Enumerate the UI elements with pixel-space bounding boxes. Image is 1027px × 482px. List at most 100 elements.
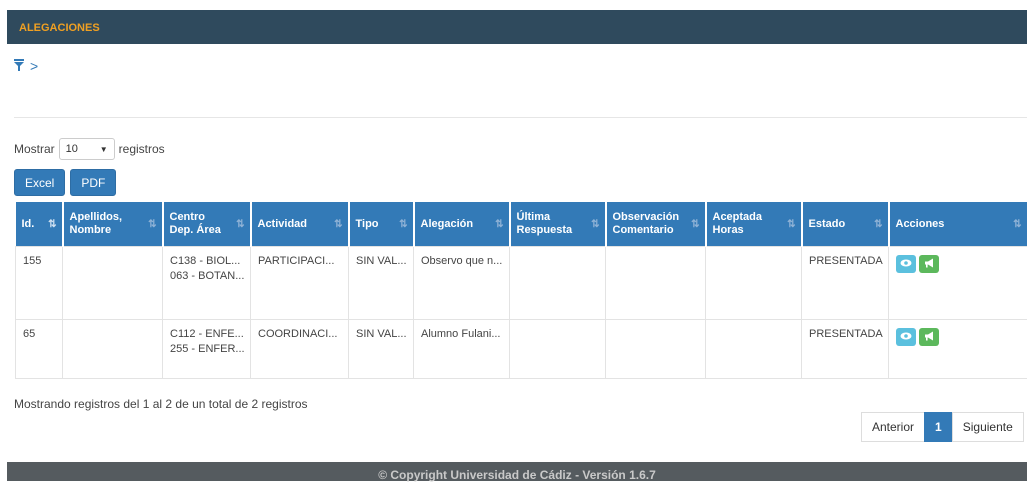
column-header-label: Observación <box>613 211 699 224</box>
column-header-label-line2: Respuesta <box>517 224 599 237</box>
cell-id-value: 155 <box>23 255 55 267</box>
cell-tipo: SIN VAL... <box>349 320 414 379</box>
page-length-select[interactable]: 10 ▼ <box>59 138 115 160</box>
table-row[interactable]: 65 C112 - ENFE... 255 - ENFER... COORDINACI… <box>16 320 1027 379</box>
pagination: Anterior 1 Siguiente <box>862 412 1024 442</box>
filter-bar[interactable]: > <box>14 56 38 76</box>
cell-actividad: PARTICIPACI... <box>251 247 349 320</box>
cell-area-value: 063 - BOTAN... <box>170 270 243 282</box>
respond-button[interactable] <box>919 255 939 273</box>
table-summary: Mostrando registros del 1 al 2 de un tot… <box>14 397 308 411</box>
show-label: Mostrar <box>14 142 55 156</box>
chevron-right-icon[interactable]: > <box>30 58 38 74</box>
row-actions <box>896 255 1020 273</box>
sort-icon[interactable]: ⇅ <box>48 218 56 231</box>
sort-icon[interactable]: ⇅ <box>334 218 342 231</box>
column-header[interactable]: Tipo⇅ <box>349 202 414 247</box>
filter-icon[interactable] <box>14 59 24 74</box>
sort-icon[interactable]: ⇅ <box>1013 218 1021 231</box>
cell-actividad-value: COORDINACI... <box>258 328 341 340</box>
cell-centro: C138 - BIOL... 063 - BOTAN... <box>163 247 251 320</box>
view-button[interactable] <box>896 255 916 273</box>
table-header-row: Id.⇅Apellidos,Nombre⇅CentroDep. Área⇅Act… <box>16 202 1027 247</box>
table-row[interactable]: 155 C138 - BIOL... 063 - BOTAN... PARTICIPA… <box>16 247 1027 320</box>
column-header-label-line2: Dep. Área <box>170 224 244 237</box>
cell-alegacion-value: Alumno Fulani... <box>421 328 502 340</box>
cell-alegacion: Observo que n... <box>414 247 510 320</box>
column-header-label: Alegación <box>421 218 503 231</box>
cell-aceptada <box>706 320 802 379</box>
eye-icon <box>900 331 912 343</box>
megaphone-icon <box>924 258 935 271</box>
cell-estado: PRESENTADA <box>802 247 889 320</box>
cell-id-value: 65 <box>23 328 55 340</box>
page-title: ALEGACIONES <box>19 22 100 34</box>
column-header[interactable]: Estado⇅ <box>802 202 889 247</box>
sort-icon[interactable]: ⇅ <box>691 218 699 231</box>
cell-alegacion: Alumno Fulani... <box>414 320 510 379</box>
column-header[interactable]: Id.⇅ <box>16 202 63 247</box>
sort-icon[interactable]: ⇅ <box>148 218 156 231</box>
column-header[interactable]: CentroDep. Área⇅ <box>163 202 251 247</box>
row-actions <box>896 328 1020 346</box>
column-header-label: Apellidos, <box>70 211 156 224</box>
sort-icon[interactable]: ⇅ <box>495 218 503 231</box>
column-header-label-line2: Comentario <box>613 224 699 237</box>
sort-icon[interactable]: ⇅ <box>236 218 244 231</box>
column-header[interactable]: AceptadaHoras⇅ <box>706 202 802 247</box>
column-header[interactable]: Actividad⇅ <box>251 202 349 247</box>
page-length-control: Mostrar 10 ▼ registros <box>14 136 165 162</box>
alegaciones-table: Id.⇅Apellidos,Nombre⇅CentroDep. Área⇅Act… <box>15 202 1027 379</box>
records-label: registros <box>119 142 165 156</box>
top-band <box>0 0 1027 10</box>
column-header-label-line2: Horas <box>713 224 795 237</box>
view-button[interactable] <box>896 328 916 346</box>
table-body: 155 C138 - BIOL... 063 - BOTAN... PARTICIPA… <box>16 247 1027 379</box>
excel-button[interactable]: Excel <box>14 169 65 196</box>
page-1-button[interactable]: 1 <box>924 412 953 442</box>
cell-observacion <box>606 247 706 320</box>
cell-estado-value: PRESENTADA <box>809 328 881 340</box>
sort-icon[interactable]: ⇅ <box>787 218 795 231</box>
cell-centro: C112 - ENFE... 255 - ENFER... <box>163 320 251 379</box>
cell-tipo-value: SIN VAL... <box>356 255 406 267</box>
column-header-label: Aceptada <box>713 211 795 224</box>
cell-actividad: COORDINACI... <box>251 320 349 379</box>
cell-ultima <box>510 247 606 320</box>
page-header: ALEGACIONES <box>7 10 1027 44</box>
cell-alegacion-value: Observo que n... <box>421 255 502 267</box>
next-page-button[interactable]: Siguiente <box>952 412 1024 442</box>
cell-actions <box>889 320 1027 379</box>
previous-page-button[interactable]: Anterior <box>861 412 925 442</box>
cell-id: 65 <box>16 320 63 379</box>
cell-ultima <box>510 320 606 379</box>
respond-button[interactable] <box>919 328 939 346</box>
column-header-label: Última <box>517 211 599 224</box>
cell-centro-value: C112 - ENFE... <box>170 328 243 340</box>
cell-centro-value: C138 - BIOL... <box>170 255 243 267</box>
pdf-button[interactable]: PDF <box>70 169 116 196</box>
divider <box>14 117 1027 118</box>
column-header-label: Acciones <box>896 218 1021 231</box>
column-header[interactable]: Apellidos,Nombre⇅ <box>63 202 163 247</box>
cell-id: 155 <box>16 247 63 320</box>
cell-tipo: SIN VAL... <box>349 247 414 320</box>
column-header-label-line2: Nombre <box>70 224 156 237</box>
column-header[interactable]: ÚltimaRespuesta⇅ <box>510 202 606 247</box>
export-buttons: Excel PDF <box>14 169 116 196</box>
sort-icon[interactable]: ⇅ <box>399 218 407 231</box>
cell-name <box>63 247 163 320</box>
sort-icon[interactable]: ⇅ <box>591 218 599 231</box>
column-header-label: Actividad <box>258 218 342 231</box>
cell-estado: PRESENTADA <box>802 320 889 379</box>
column-header-label: Estado <box>809 218 882 231</box>
footer: © Copyright Universidad de Cádiz - Versi… <box>7 462 1027 481</box>
sort-icon[interactable]: ⇅ <box>874 218 882 231</box>
column-header[interactable]: Acciones⇅ <box>889 202 1027 247</box>
cell-area-value: 255 - ENFER... <box>170 343 243 355</box>
column-header[interactable]: Alegación⇅ <box>414 202 510 247</box>
eye-icon <box>900 258 912 270</box>
cell-actions <box>889 247 1027 320</box>
column-header[interactable]: ObservaciónComentario⇅ <box>606 202 706 247</box>
cell-tipo-value: SIN VAL... <box>356 328 406 340</box>
